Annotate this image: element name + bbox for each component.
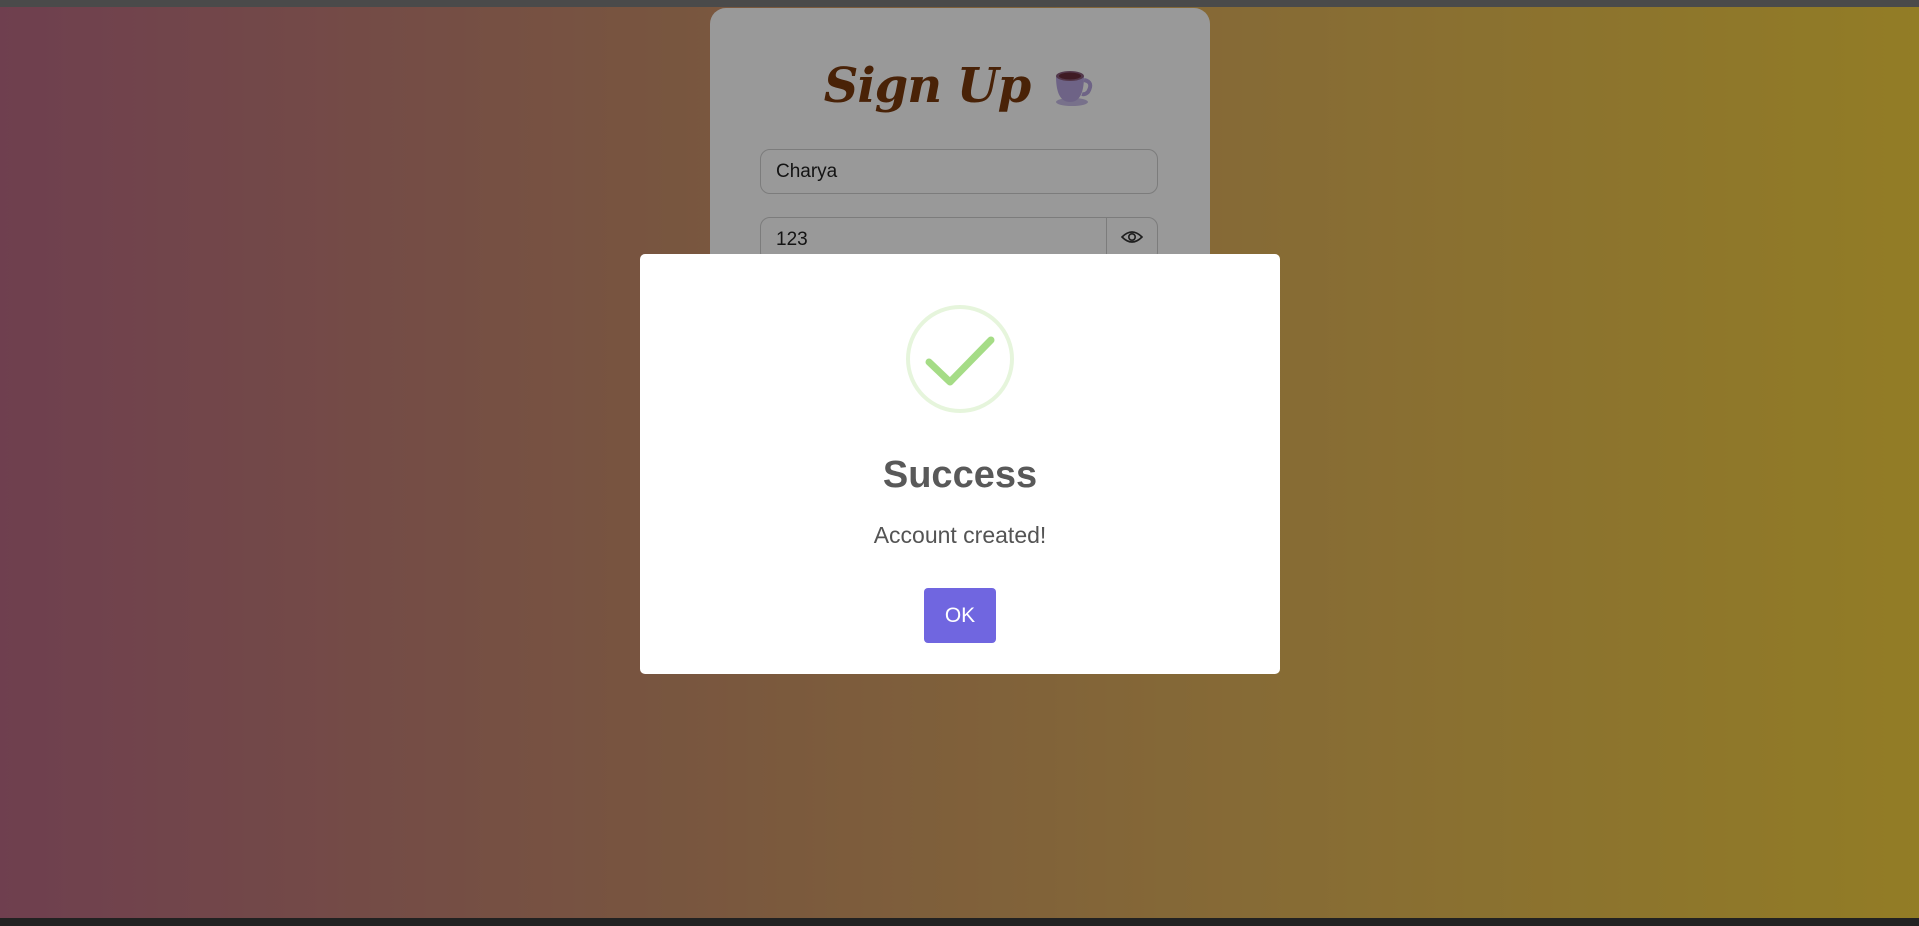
bottom-bar [0,918,1919,926]
dialog-title: Success [882,454,1038,496]
dialog-message: Account created! [873,522,1047,548]
ok-button[interactable]: OK [924,588,996,643]
success-dialog: Success Account created! OK [640,254,1280,674]
success-check-icon [905,304,1015,414]
browser-top-bar [0,0,1919,7]
